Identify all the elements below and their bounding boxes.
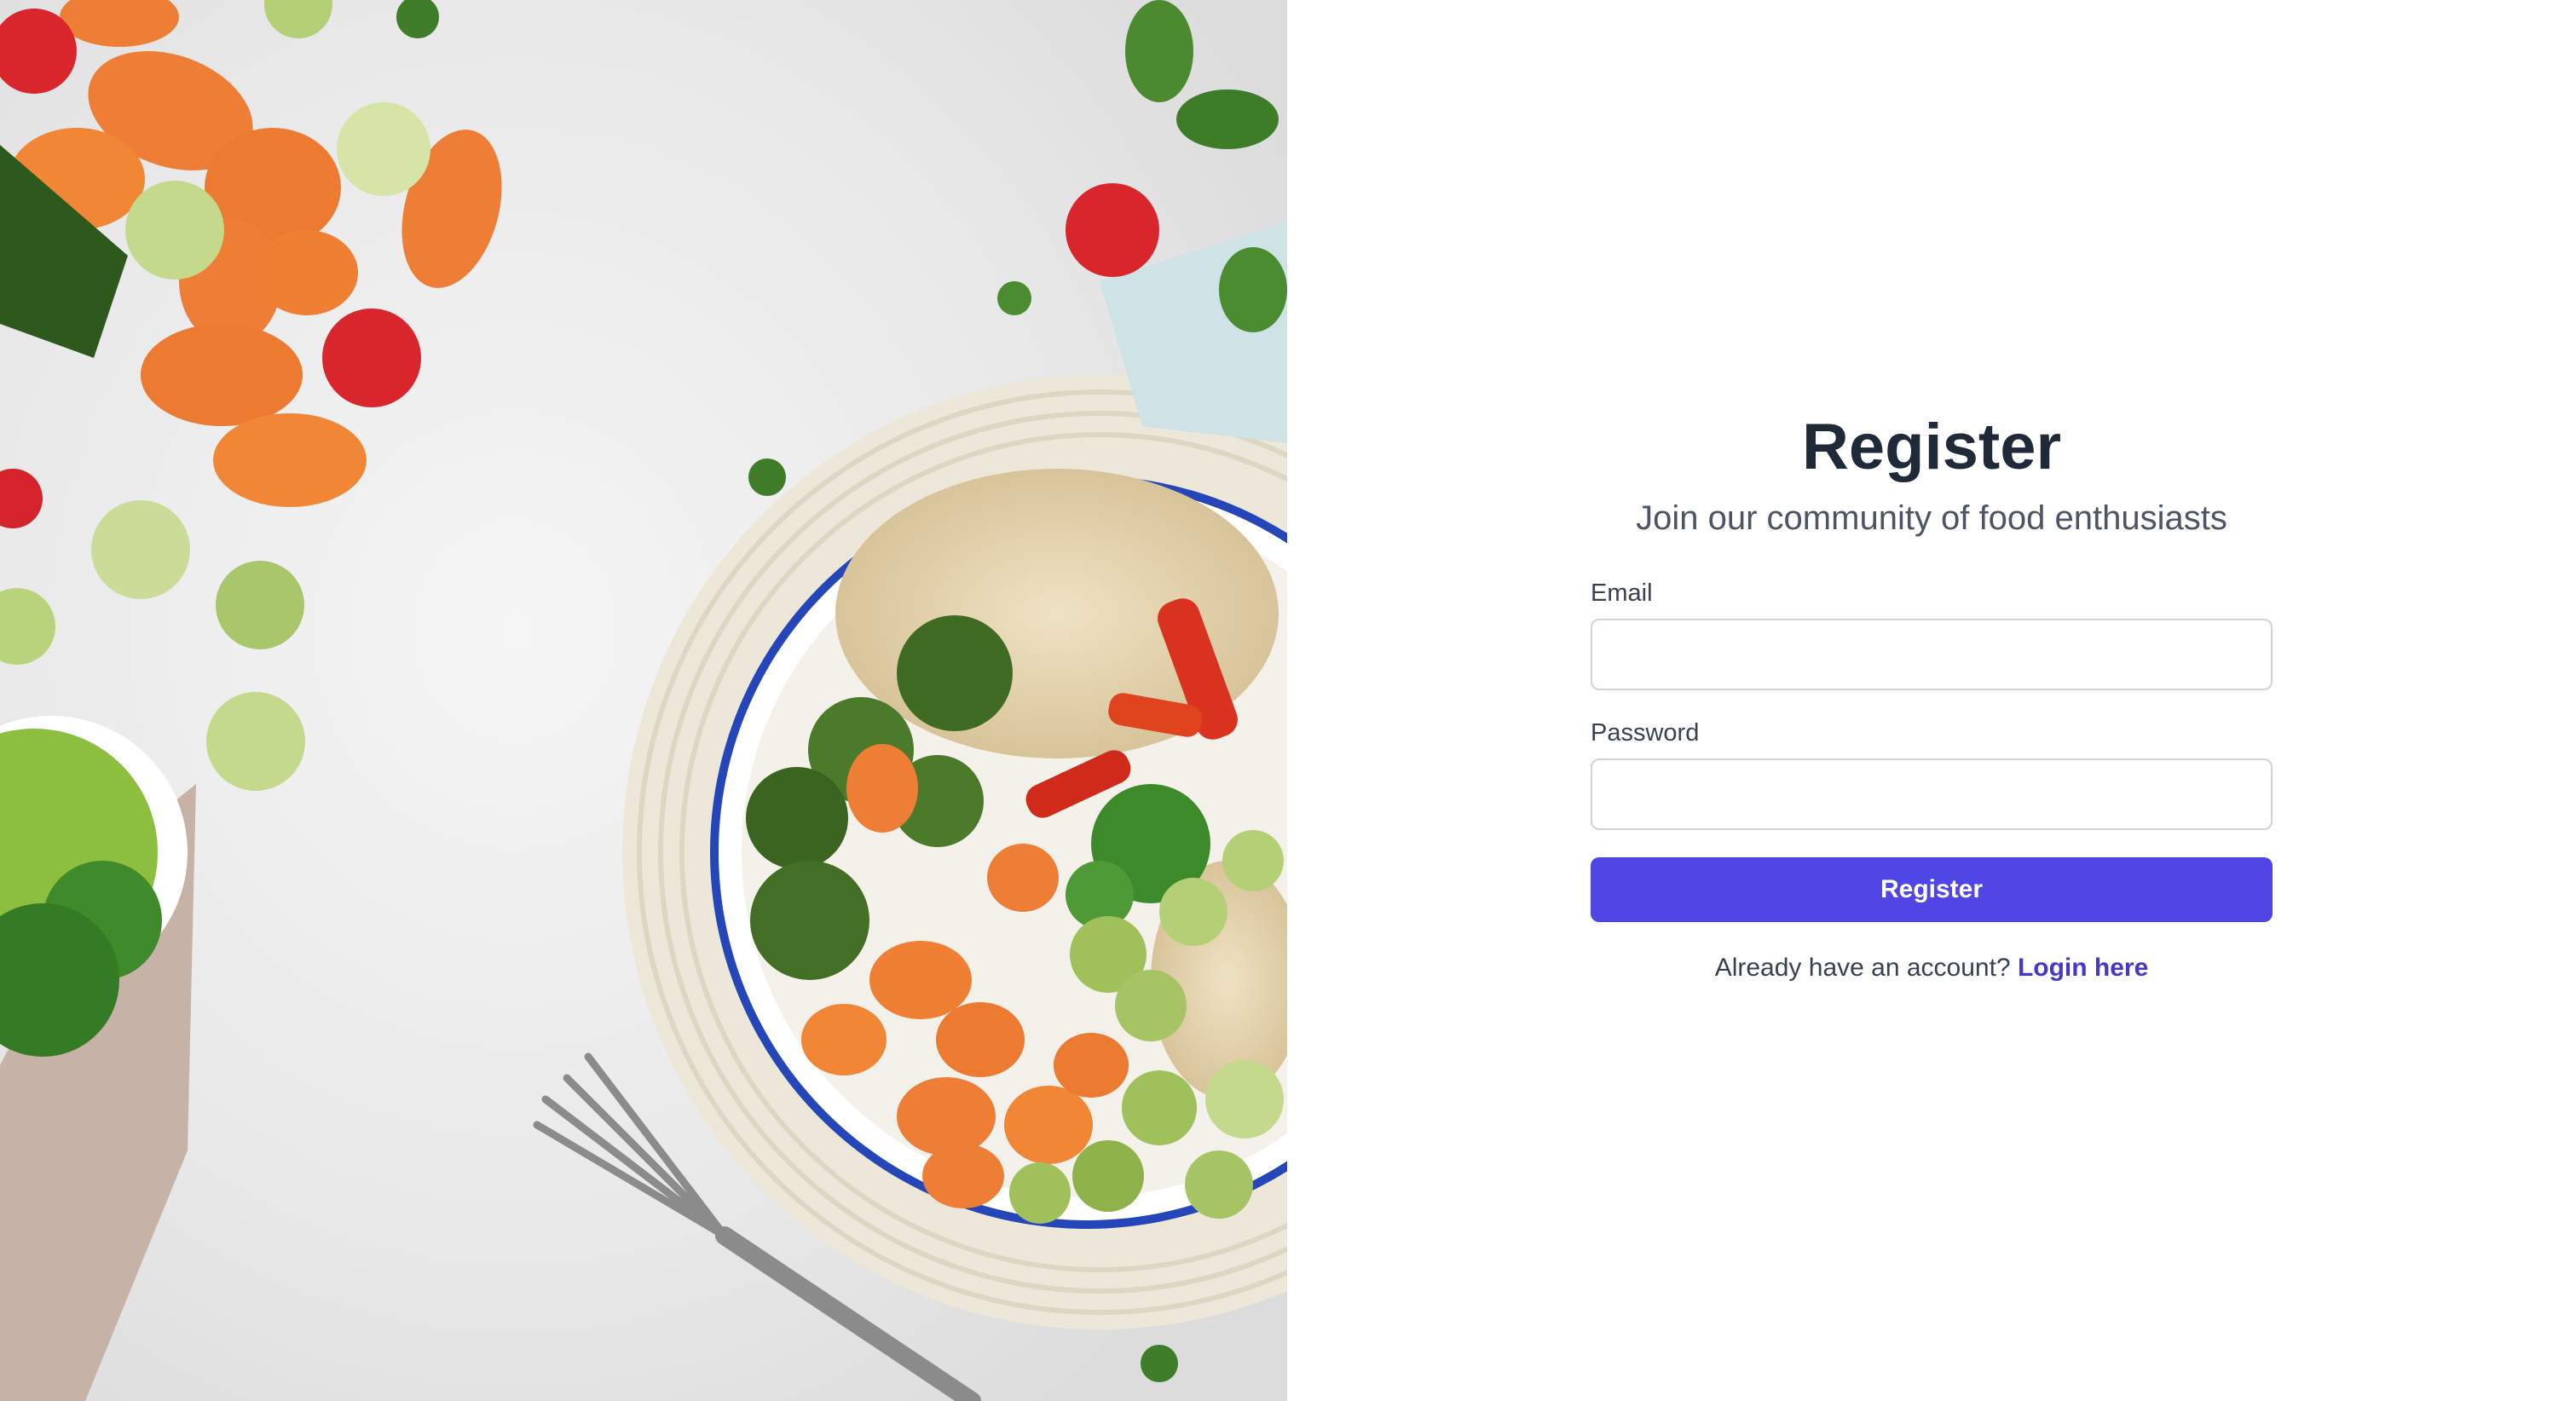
login-prompt-row: Already have an account? Login here — [1591, 949, 2273, 987]
page-subtitle: Join our community of food enthusiasts — [1636, 499, 2227, 537]
register-page: Register Join our community of food enth… — [0, 0, 2576, 1401]
login-prompt-text: Already have an account? — [1714, 954, 2011, 982]
password-field[interactable] — [1591, 758, 2273, 830]
password-label: Password — [1591, 719, 1700, 747]
register-button[interactable]: Register — [1591, 857, 2273, 922]
login-link[interactable]: Login here — [2018, 954, 2148, 982]
food-photo — [0, 0, 1287, 1401]
register-form: Register Join our community of food enth… — [1591, 401, 2273, 987]
email-label: Email — [1591, 579, 1653, 607]
food-bowl-illustration — [0, 0, 1287, 1401]
register-panel: Register Join our community of food enth… — [1287, 0, 2576, 1401]
email-field[interactable] — [1591, 619, 2273, 690]
page-title: Register — [1801, 411, 2062, 483]
